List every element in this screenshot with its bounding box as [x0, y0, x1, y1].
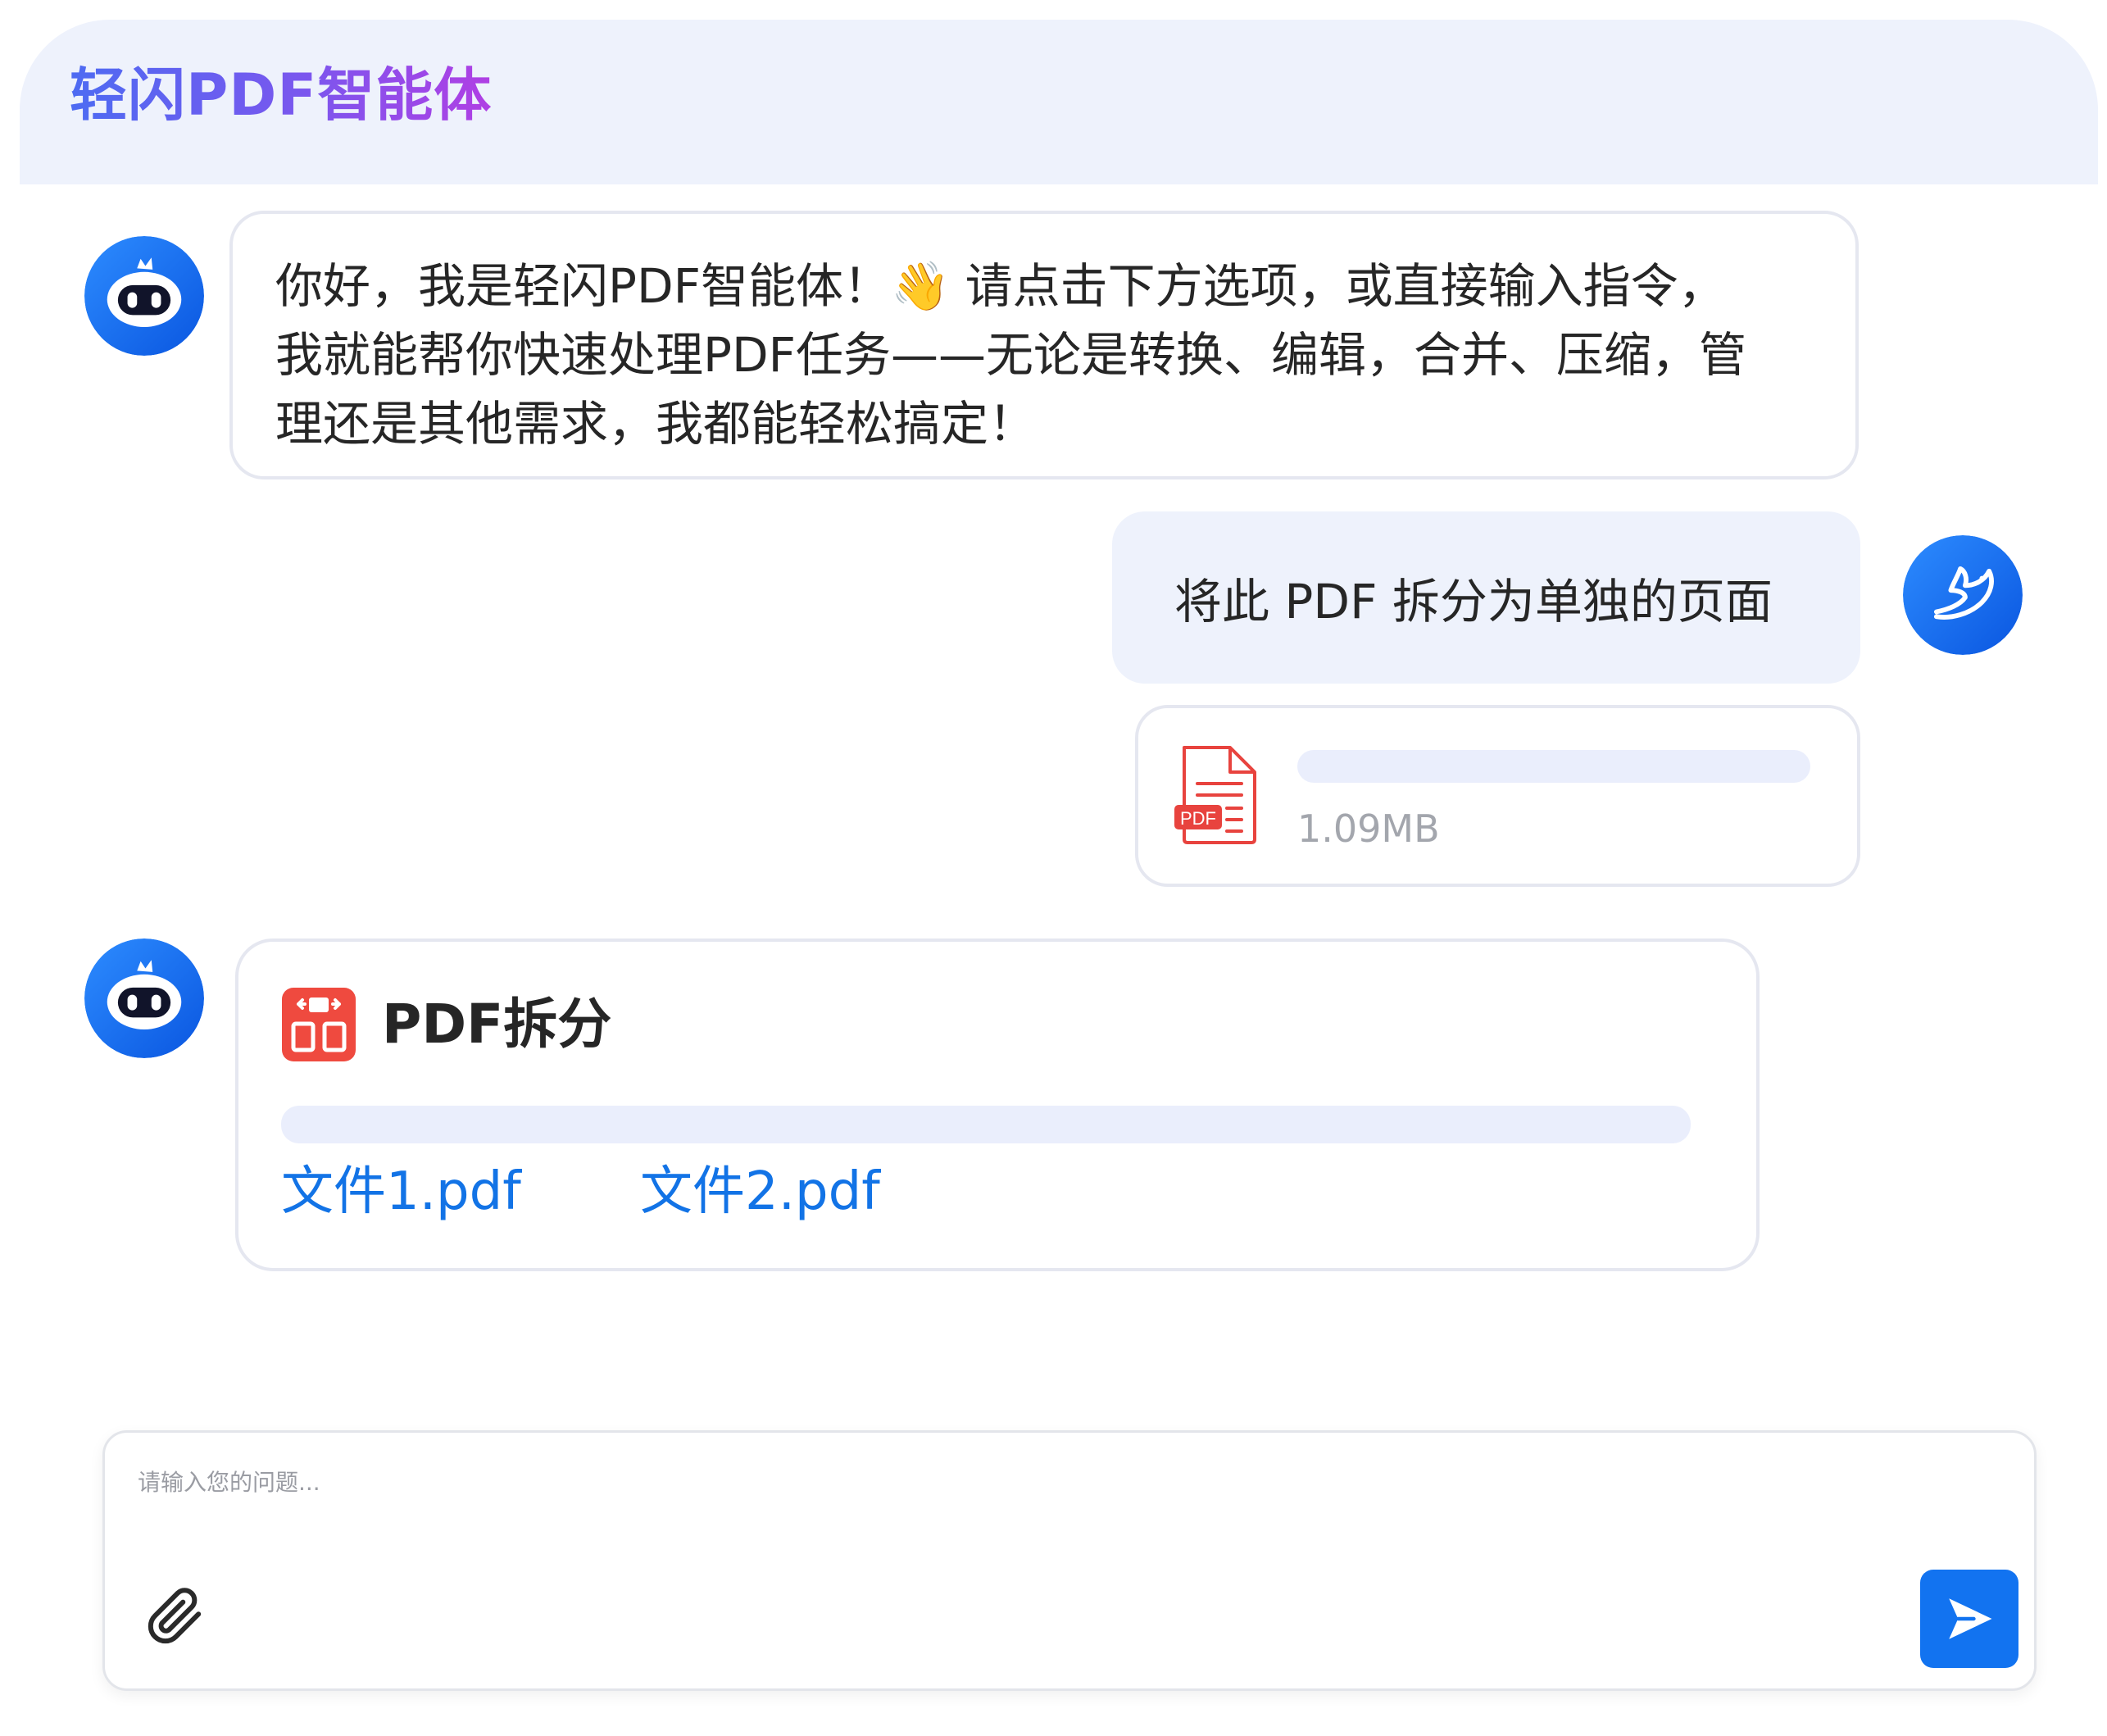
robot-icon: [84, 938, 204, 1058]
pdf-badge: PDF: [1180, 808, 1216, 829]
download-link-file-1[interactable]: 文件1.pdf: [281, 1157, 521, 1227]
send-icon: [1949, 1598, 1992, 1639]
app-title: 轻闪PDF智能体: [70, 49, 492, 132]
greeting-line: 你好，我是轻闪PDF智能体！👋 请点击下方选项，或直接输入指令，: [275, 258, 1726, 314]
chat-input[interactable]: [138, 1457, 1859, 1507]
bot-greeting-bubble: 你好，我是轻闪PDF智能体！👋 请点击下方选项，或直接输入指令， 我就能帮你快速…: [229, 211, 1859, 479]
user-avatar: [1903, 535, 2023, 655]
download-link-file-2[interactable]: 文件2.pdf: [640, 1157, 880, 1227]
file-size: 1.09MB: [1297, 807, 1440, 851]
chat-composer: [102, 1430, 2037, 1691]
greeting-line: 我就能帮你快速处理PDF任务——无论是转换、编辑，合并、压缩，管: [275, 327, 1747, 383]
result-title: PDF拆分: [382, 993, 612, 1056]
file-name-placeholder: [1297, 750, 1810, 783]
robot-icon: [84, 236, 204, 356]
attach-button[interactable]: [146, 1587, 205, 1646]
user-message-bubble: 将此 PDF 拆分为单独的页面: [1112, 511, 1860, 684]
send-button[interactable]: [1920, 1570, 2018, 1668]
split-result-card: PDF拆分 文件1.pdf 文件2.pdf: [235, 938, 1760, 1271]
user-message-text: 将此 PDF 拆分为单独的页面: [1174, 574, 1773, 629]
bird-logo-icon: [1903, 535, 2023, 655]
bot-avatar: [84, 938, 204, 1058]
paperclip-icon: [148, 1588, 202, 1644]
attached-file-card[interactable]: PDF 1.09MB: [1135, 705, 1860, 887]
pdf-file-icon: [1173, 743, 1263, 848]
pdf-split-icon: [282, 988, 356, 1061]
bot-avatar: [84, 236, 204, 356]
progress-placeholder: [281, 1106, 1691, 1143]
greeting-line: 理还是其他需求，我都能轻松搞定！: [275, 396, 1037, 452]
